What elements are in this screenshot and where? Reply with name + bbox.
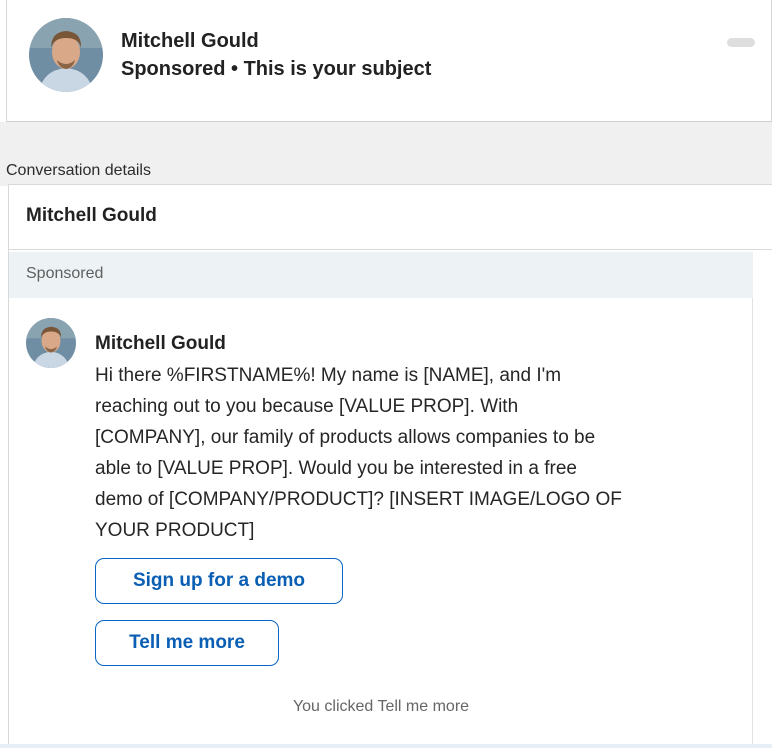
- message-line: [COMPANY], our family of products allows…: [95, 427, 596, 448]
- bottom-divider: [0, 744, 772, 748]
- message-line: Hi there %FIRSTNAME%! My name is [NAME],…: [95, 365, 562, 386]
- message-line: able to [VALUE PROP]. Would you be inter…: [95, 458, 577, 479]
- message-sender-name[interactable]: Mitchell Gould: [95, 333, 226, 355]
- conversation-panel: Mitchell Gould Sponsored Mitchell Gould …: [8, 184, 772, 748]
- preview-sender-name: Mitchell Gould: [121, 30, 259, 52]
- clicked-status-note: You clicked Tell me more: [292, 698, 470, 715]
- conversation-header: Mitchell Gould: [9, 184, 772, 250]
- message-line: reaching out to you because [VALUE PROP]…: [95, 396, 519, 417]
- message-thread: Mitchell Gould Hi there %FIRSTNAME%! My …: [9, 298, 753, 748]
- sponsored-label: Sponsored: [26, 265, 104, 282]
- sender-avatar: [29, 18, 103, 92]
- sponsored-bar: Sponsored: [9, 252, 753, 298]
- message-line: YOUR PRODUCT]: [95, 520, 255, 541]
- message-preview-card[interactable]: Mitchell Gould Sponsored • This is your …: [6, 0, 772, 122]
- message-line: demo of [COMPANY/PRODUCT]? [INSERT IMAGE…: [95, 489, 622, 510]
- message-sender-avatar[interactable]: [26, 318, 76, 368]
- conversation-details-label: Conversation details: [6, 162, 151, 179]
- preview-timestamp-placeholder: [727, 38, 755, 47]
- tell-me-more-button[interactable]: Tell me more: [95, 620, 279, 666]
- sign-up-demo-button[interactable]: Sign up for a demo: [95, 558, 343, 604]
- message-body: Hi there %FIRSTNAME%! My name is [NAME],…: [95, 360, 715, 546]
- conversation-title: Mitchell Gould: [26, 205, 157, 226]
- preview-subject: Sponsored • This is your subject: [121, 58, 432, 80]
